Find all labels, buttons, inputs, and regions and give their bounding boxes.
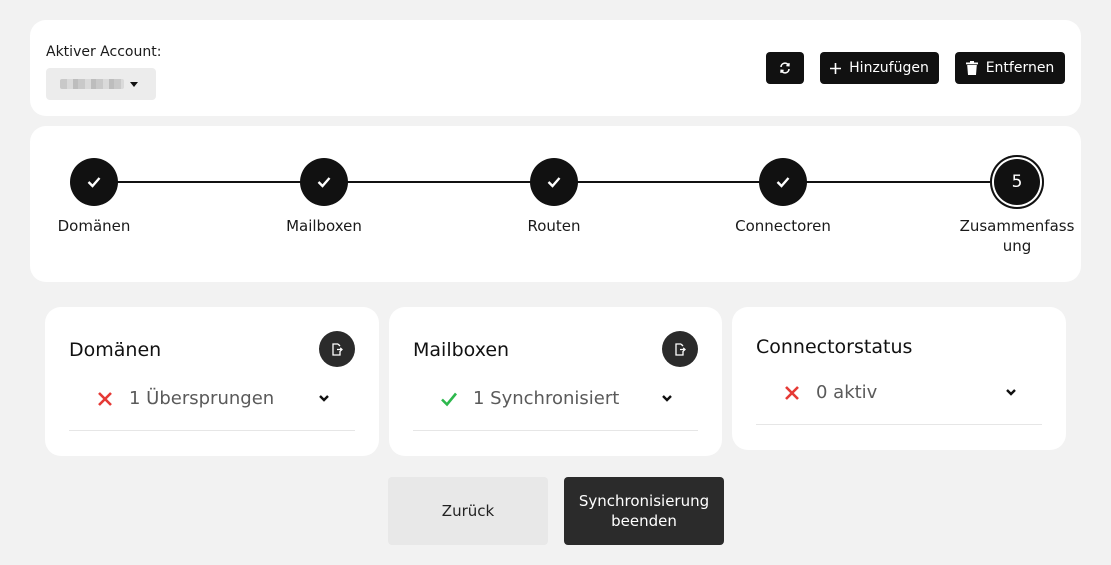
connectors-status-row[interactable]: 0 aktiv bbox=[756, 377, 1042, 425]
chevron-down-icon bbox=[662, 395, 672, 402]
step-label: Zusammenfassung bbox=[959, 217, 1075, 255]
chevron-down-icon bbox=[319, 395, 329, 402]
check-icon bbox=[87, 177, 101, 188]
export-button[interactable] bbox=[662, 331, 698, 367]
x-icon bbox=[98, 392, 112, 406]
account-name-redacted bbox=[60, 79, 124, 89]
file-export-icon bbox=[675, 342, 686, 356]
step-done-circle bbox=[530, 158, 578, 206]
caret-down-icon bbox=[130, 82, 138, 87]
progress-stepper: Domänen Mailboxen Routen Connectoren 5 Z… bbox=[30, 126, 1081, 282]
plus-icon bbox=[830, 62, 842, 74]
connectors-summary-card: Connectorstatus 0 aktiv bbox=[732, 307, 1066, 450]
step-domains: Domänen bbox=[24, 158, 164, 236]
step-done-circle bbox=[300, 158, 348, 206]
back-button[interactable]: Zurück bbox=[388, 477, 548, 545]
chevron-down-icon bbox=[1006, 389, 1016, 396]
domains-status-row[interactable]: 1 Übersprungen bbox=[69, 383, 355, 431]
account-bar: Aktiver Account: Hinzufügen Entfernen bbox=[30, 20, 1081, 116]
active-account-label: Aktiver Account: bbox=[46, 44, 162, 60]
status-text: 1 Synchronisiert bbox=[473, 388, 620, 409]
remove-button-label: Entfernen bbox=[985, 60, 1055, 76]
step-summary: 5 Zusammenfassung bbox=[947, 155, 1087, 256]
check-icon bbox=[317, 177, 331, 188]
status-text: 1 Übersprungen bbox=[129, 388, 275, 409]
card-title: Domänen bbox=[69, 339, 162, 361]
file-export-icon bbox=[332, 342, 343, 356]
trash-icon bbox=[965, 61, 978, 75]
check-icon bbox=[441, 392, 458, 407]
step-label: Domänen bbox=[57, 217, 131, 235]
step-current-circle: 5 bbox=[990, 155, 1044, 209]
card-title: Mailboxen bbox=[413, 339, 510, 361]
export-button[interactable] bbox=[319, 331, 355, 367]
status-text: 0 aktiv bbox=[816, 382, 878, 403]
domains-summary-card: Domänen 1 Übersprungen bbox=[45, 307, 379, 456]
account-select[interactable] bbox=[46, 68, 156, 100]
remove-button[interactable]: Entfernen bbox=[955, 52, 1065, 84]
step-done-circle bbox=[759, 158, 807, 206]
refresh-button[interactable] bbox=[766, 52, 804, 84]
mailboxes-summary-card: Mailboxen 1 Synchronisiert bbox=[389, 307, 722, 456]
step-label: Routen bbox=[527, 217, 581, 235]
step-label: Connectoren bbox=[735, 217, 831, 235]
x-icon bbox=[785, 386, 799, 400]
card-title: Connectorstatus bbox=[756, 336, 913, 358]
step-done-circle bbox=[70, 158, 118, 206]
add-button-label: Hinzufügen bbox=[849, 60, 929, 76]
refresh-icon bbox=[779, 62, 791, 74]
add-button[interactable]: Hinzufügen bbox=[820, 52, 939, 84]
step-label: Mailboxen bbox=[286, 217, 362, 235]
step-connectors: Connectoren bbox=[713, 158, 853, 236]
finish-sync-button[interactable]: Synchronisierung beenden bbox=[564, 477, 724, 545]
check-icon bbox=[547, 177, 561, 188]
step-routes: Routen bbox=[484, 158, 624, 236]
step-mailboxes: Mailboxen bbox=[254, 158, 394, 236]
mailboxes-status-row[interactable]: 1 Synchronisiert bbox=[413, 383, 698, 431]
check-icon bbox=[776, 177, 790, 188]
